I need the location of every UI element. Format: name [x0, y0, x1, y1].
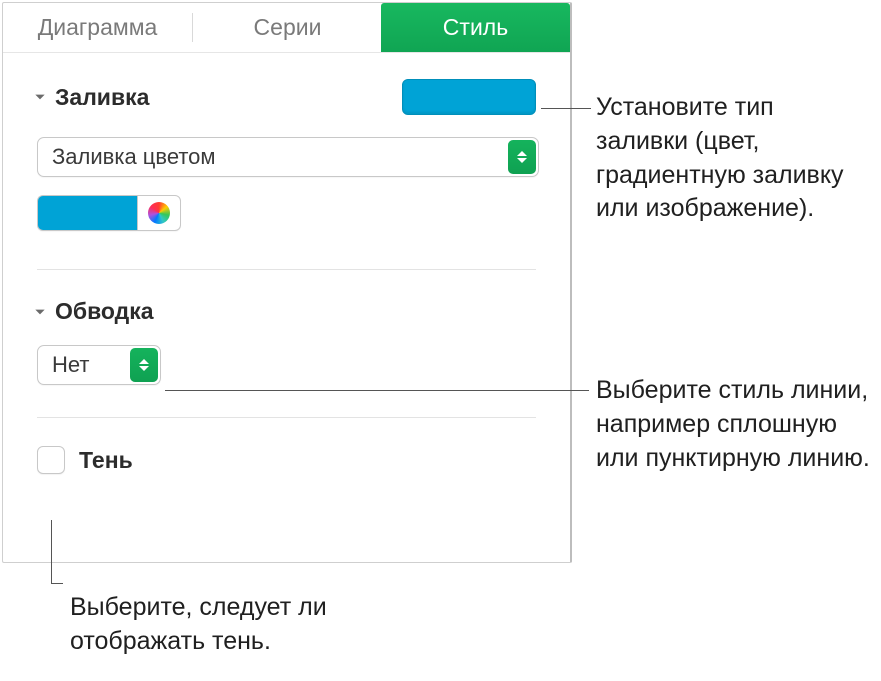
fill-section: Заливка Заливка цветом	[3, 53, 570, 265]
stroke-section: Обводка Нет	[3, 270, 570, 413]
leader-line	[51, 583, 63, 584]
tab-series[interactable]: Серии	[193, 3, 382, 52]
inspector-tabs: Диаграмма Серии Стиль	[3, 3, 570, 53]
tab-diagram[interactable]: Диаграмма	[3, 3, 192, 52]
leader-line	[541, 108, 591, 109]
callout-stroke: Выберите стиль линии, например сплошную …	[596, 374, 876, 475]
fill-color-swatch[interactable]	[37, 195, 137, 231]
stroke-section-title: Обводка	[55, 298, 154, 325]
shadow-checkbox[interactable]	[37, 446, 65, 474]
stroke-style-dropdown[interactable]: Нет	[37, 345, 161, 385]
stroke-style-value: Нет	[52, 352, 89, 378]
leader-line	[165, 390, 589, 391]
style-inspector-panel: Диаграмма Серии Стиль Заливка Заливка цв…	[2, 2, 572, 563]
chevron-down-icon[interactable]	[31, 90, 49, 104]
color-picker-button[interactable]	[137, 195, 181, 231]
dropdown-stepper-icon	[508, 140, 536, 174]
fill-type-value: Заливка цветом	[52, 144, 216, 170]
shadow-section: Тень	[3, 418, 570, 474]
shadow-label: Тень	[79, 447, 133, 474]
fill-color-well[interactable]	[402, 79, 536, 115]
fill-section-title: Заливка	[55, 84, 149, 111]
callout-shadow: Выберите, следует ли отображать тень.	[70, 591, 420, 659]
tab-style[interactable]: Стиль	[381, 3, 570, 52]
fill-type-dropdown[interactable]: Заливка цветом	[37, 137, 539, 177]
callout-fill: Установите тип заливки (цвет, градиентну…	[596, 91, 866, 226]
leader-line	[51, 520, 52, 583]
color-wheel-icon	[148, 202, 170, 224]
dropdown-stepper-icon	[130, 348, 158, 382]
chevron-down-icon[interactable]	[31, 305, 49, 319]
